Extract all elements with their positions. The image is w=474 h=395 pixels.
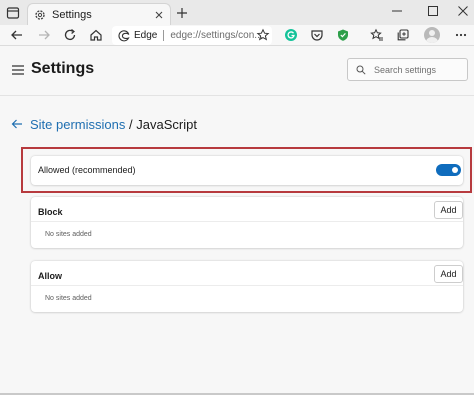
url-text[interactable]: edge://settings/con... (170, 30, 262, 41)
home-icon[interactable] (89, 28, 103, 42)
tab-settings[interactable]: Settings (27, 3, 171, 25)
arrow-left-icon[interactable] (10, 28, 24, 42)
minimize-icon[interactable] (390, 4, 404, 18)
grammarly-icon[interactable] (284, 28, 298, 42)
maximize-icon[interactable] (426, 4, 440, 18)
site-label: Edge (134, 30, 158, 41)
tab-actions-icon[interactable] (6, 6, 20, 20)
browser-toolbar: Edge edge://settings/con... (0, 25, 474, 46)
plus-icon[interactable] (176, 7, 188, 19)
search-icon (356, 65, 366, 75)
section-divider (31, 285, 463, 286)
avatar[interactable] (424, 27, 440, 43)
search-input[interactable]: Search settings (347, 58, 468, 81)
more-icon[interactable] (454, 28, 468, 42)
arrow-right-icon[interactable] (37, 28, 51, 42)
close-icon[interactable] (154, 10, 164, 20)
favorites-icon[interactable] (370, 28, 384, 42)
add-block-button[interactable]: Add (434, 201, 463, 219)
search-placeholder: Search settings (374, 64, 437, 75)
block-empty-text: No sites added (45, 231, 92, 238)
menu-icon[interactable] (12, 65, 24, 75)
pocket-icon[interactable] (310, 28, 324, 42)
address-separator (163, 30, 165, 41)
collections-icon[interactable] (396, 28, 410, 42)
tab-strip: Settings (0, 0, 474, 25)
allow-title: Allow (38, 271, 62, 281)
highlight-box (21, 147, 472, 193)
refresh-icon[interactable] (63, 28, 77, 42)
breadcrumb: Site permissions / JavaScript (30, 117, 197, 132)
allow-empty-text: No sites added (45, 295, 92, 302)
shield-icon[interactable] (336, 28, 350, 42)
allow-section: Allow Add No sites added (31, 261, 463, 312)
star-icon[interactable] (256, 28, 270, 42)
back-arrow-icon[interactable] (11, 118, 23, 130)
header-divider (0, 95, 474, 96)
breadcrumb-separator: / (129, 117, 133, 132)
block-title: Block (38, 207, 63, 217)
breadcrumb-current: JavaScript (136, 117, 197, 132)
edge-icon (118, 29, 130, 41)
page-title: Settings (31, 60, 95, 77)
add-allow-button[interactable]: Add (434, 265, 463, 283)
block-section: Block Add No sites added (31, 197, 463, 248)
address-bar[interactable]: Edge edge://settings/con... (112, 26, 272, 45)
tab-title: Settings (52, 8, 92, 21)
close-window-icon[interactable] (456, 4, 470, 18)
breadcrumb-site-permissions[interactable]: Site permissions (30, 117, 125, 132)
section-divider (31, 221, 463, 222)
gear-icon (35, 9, 45, 20)
